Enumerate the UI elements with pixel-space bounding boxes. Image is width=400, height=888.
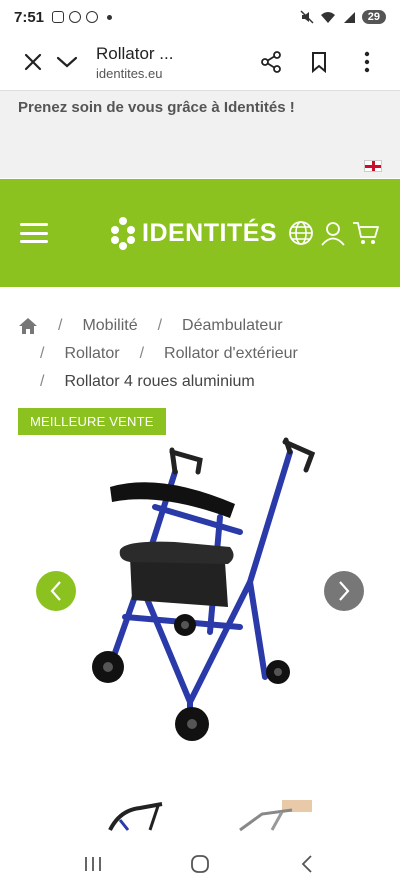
breadcrumb-link-deambulateur[interactable]: Déambulateur: [182, 312, 283, 340]
menu-icon-line: [20, 240, 48, 243]
breadcrumb-link-rollator-exterieur[interactable]: Rollator d'extérieur: [164, 340, 298, 368]
bestseller-badge: MEILLEURE VENTE: [18, 408, 166, 435]
bookmark-button[interactable]: [302, 45, 336, 79]
globe-icon[interactable]: [288, 220, 314, 246]
menu-icon: [20, 223, 48, 226]
site-logo[interactable]: IDENTITÉS: [110, 216, 277, 250]
battery-indicator: 29: [361, 10, 386, 24]
chrome-icon: [86, 11, 99, 23]
chevron-right-icon: [339, 581, 350, 601]
breadcrumb-current: Rollator 4 roues aluminium: [64, 373, 255, 390]
share-icon: [261, 51, 281, 73]
wifi-icon: [320, 11, 335, 23]
promo-text: Prenez soin de vous grâce à Identités !: [18, 99, 295, 116]
menu-icon-line: [20, 231, 48, 235]
close-icon: [24, 53, 42, 71]
logo-mark-icon: [111, 217, 135, 250]
close-tab-button[interactable]: [16, 45, 50, 79]
more-options-button[interactable]: [350, 45, 384, 79]
promo-banner: Prenez soin de vous grâce à Identités !: [0, 90, 400, 178]
page-title-area[interactable]: Rollator ... identites.eu: [96, 44, 254, 81]
recent-apps-button[interactable]: [73, 848, 113, 880]
page-title: Rollator ...: [96, 43, 174, 63]
breadcrumb: / Mobilité / Déambulateur / Rollator / R…: [18, 312, 388, 396]
bookmark-icon: [312, 52, 326, 73]
thumbnail-rollator[interactable]: [100, 800, 172, 832]
mute-icon: [300, 10, 314, 24]
site-header: IDENTITÉS: [0, 179, 400, 287]
system-nav-bar: [0, 840, 400, 888]
expand-button[interactable]: [50, 45, 84, 79]
breadcrumb-separator: /: [157, 317, 163, 334]
chevron-down-icon: [56, 56, 78, 68]
menu-button[interactable]: [20, 223, 48, 243]
user-icon[interactable]: [320, 220, 346, 246]
logo-text: IDENTITÉS: [142, 218, 278, 247]
recent-apps-icon: [85, 857, 102, 871]
back-nav-button[interactable]: [287, 848, 327, 880]
carousel-prev-button[interactable]: [36, 571, 76, 611]
thumbnail-strip: [0, 800, 400, 832]
product-image[interactable]: [80, 432, 320, 772]
back-icon: [301, 855, 312, 873]
uk-flag-icon[interactable]: [364, 160, 382, 172]
thumbnail-rollator-detail[interactable]: [232, 800, 312, 832]
breadcrumb-separator: /: [58, 317, 63, 334]
breadcrumb-separator: /: [40, 373, 45, 390]
home-nav-button[interactable]: [180, 848, 220, 880]
carousel-next-button[interactable]: [324, 571, 364, 611]
messenger-icon: [69, 11, 82, 23]
status-bar: 7:51 29: [0, 0, 400, 34]
browser-toolbar: Rollator ... identites.eu: [0, 34, 400, 90]
home-icon[interactable]: [18, 317, 38, 335]
more-vert-icon: [364, 51, 370, 73]
breadcrumb-link-rollator[interactable]: Rollator: [64, 340, 119, 368]
signal-icon: [343, 11, 355, 23]
share-button[interactable]: [254, 45, 288, 79]
cart-icon[interactable]: [352, 220, 380, 246]
system-icons: 29: [300, 10, 386, 24]
breadcrumb-link-mobilite[interactable]: Mobilité: [82, 312, 137, 340]
page-url: identites.eu: [96, 65, 163, 81]
home-nav-icon: [191, 855, 209, 873]
notification-icons: [52, 11, 113, 23]
status-time: 7:51: [14, 8, 45, 26]
breadcrumb-separator: /: [40, 345, 45, 362]
breadcrumb-separator: /: [139, 345, 145, 362]
screenshot-icon: [52, 11, 65, 23]
more-notifications-dot: [107, 14, 113, 20]
chevron-left-icon: [50, 581, 61, 601]
